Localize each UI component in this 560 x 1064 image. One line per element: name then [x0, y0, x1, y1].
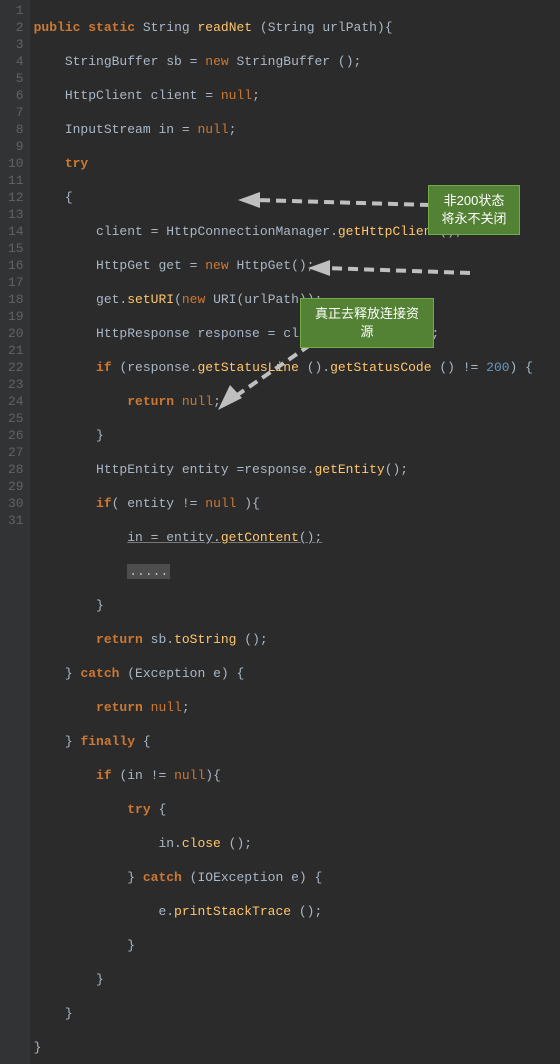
annotation-callout-2: 真正去释放连接资源 — [300, 298, 434, 348]
line-number: 1 — [8, 2, 24, 19]
code-line: } — [34, 597, 533, 614]
line-number: 29 — [8, 478, 24, 495]
code-line: StringBuffer sb = new StringBuffer (); — [34, 53, 533, 70]
code-line: try { — [34, 801, 533, 818]
code-line: } finally { — [34, 733, 533, 750]
line-number: 15 — [8, 240, 24, 257]
code-line: } catch (IOException e) { — [34, 869, 533, 886]
code-line: } — [34, 1039, 533, 1056]
line-number: 5 — [8, 70, 24, 87]
code-area[interactable]: public static String readNet (String url… — [30, 0, 533, 1064]
code-line: HttpEntity entity =response.getEntity(); — [34, 461, 533, 478]
line-number: 28 — [8, 461, 24, 478]
line-number: 9 — [8, 138, 24, 155]
code-line: return null; — [34, 699, 533, 716]
line-number: 22 — [8, 359, 24, 376]
line-number: 16 — [8, 257, 24, 274]
code-line: if (response.getStatusLine ().getStatusC… — [34, 359, 533, 376]
line-number-gutter: 1 2 3 4 5 6 7 8 9 10 11 12 13 14 15 16 1… — [0, 0, 30, 1064]
code-line: HttpClient client = null; — [34, 87, 533, 104]
code-line: return null; — [34, 393, 533, 410]
code-line: public static String readNet (String url… — [34, 19, 533, 36]
code-line: } — [34, 937, 533, 954]
annotation-callout-1: 非200状态将永不关闭 — [428, 185, 520, 235]
line-number: 31 — [8, 512, 24, 529]
code-line: if( entity != null ){ — [34, 495, 533, 512]
code-line: if (in != null){ — [34, 767, 533, 784]
code-line: ..... — [34, 563, 533, 580]
line-number: 24 — [8, 393, 24, 410]
line-number: 21 — [8, 342, 24, 359]
line-number: 3 — [8, 36, 24, 53]
line-number: 23 — [8, 376, 24, 393]
line-number: 12 — [8, 189, 24, 206]
code-line: get.setURI(new URI(urlPath)); — [34, 291, 533, 308]
code-line: return sb.toString (); — [34, 631, 533, 648]
code-line: InputStream in = null; — [34, 121, 533, 138]
code-line: e.printStackTrace (); — [34, 903, 533, 920]
line-number: 6 — [8, 87, 24, 104]
line-number: 30 — [8, 495, 24, 512]
folded-code-icon[interactable]: ..... — [127, 564, 170, 579]
code-line: HttpResponse response = client.execute(g… — [34, 325, 533, 342]
line-number: 19 — [8, 308, 24, 325]
line-number: 26 — [8, 427, 24, 444]
line-number: 27 — [8, 444, 24, 461]
code-line: } catch (Exception e) { — [34, 665, 533, 682]
line-number: 2 — [8, 19, 24, 36]
line-number: 7 — [8, 104, 24, 121]
code-line: } — [34, 1005, 533, 1022]
code-line: HttpGet get = new HttpGet(); — [34, 257, 533, 274]
code-line: } — [34, 971, 533, 988]
line-number: 14 — [8, 223, 24, 240]
line-number: 10 — [8, 155, 24, 172]
line-number: 20 — [8, 325, 24, 342]
code-line: } — [34, 427, 533, 444]
code-editor: 1 2 3 4 5 6 7 8 9 10 11 12 13 14 15 16 1… — [0, 0, 560, 1064]
line-number: 8 — [8, 121, 24, 138]
line-number: 11 — [8, 172, 24, 189]
line-number: 13 — [8, 206, 24, 223]
code-line: in.close (); — [34, 835, 533, 852]
line-number: 18 — [8, 291, 24, 308]
code-line: try — [34, 155, 533, 172]
line-number: 4 — [8, 53, 24, 70]
line-number: 25 — [8, 410, 24, 427]
line-number: 17 — [8, 274, 24, 291]
